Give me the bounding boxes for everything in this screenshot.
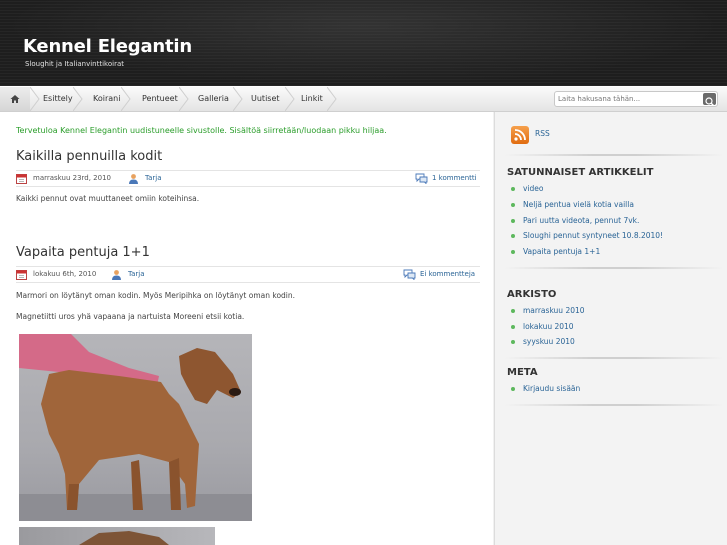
nav-separator: [233, 87, 243, 111]
random-article-link[interactable]: video: [523, 184, 544, 193]
nav-item-pentueet[interactable]: Pentueet: [142, 87, 178, 111]
list-bullet: [511, 340, 515, 344]
nav-separator: [179, 87, 189, 111]
login-link[interactable]: Kirjaudu sisään: [523, 384, 580, 393]
search-icon: [705, 97, 714, 106]
post-date: lokakuu 6th, 2010: [33, 270, 97, 278]
random-articles-title: SATUNNAISET ARTIKKELIT: [507, 167, 654, 178]
main-content: Tervetuloa Kennel Elegantin uudistuneell…: [0, 112, 493, 545]
list-bullet: [511, 203, 515, 207]
puppy-image-2: [79, 531, 169, 545]
puppy-photo-2[interactable]: [19, 527, 215, 545]
home-icon: [10, 95, 20, 103]
widget-divider: [505, 404, 723, 406]
post-date: marraskuu 23rd, 2010: [33, 174, 111, 182]
post-author[interactable]: Tarja: [128, 270, 145, 278]
nav-item-koirani[interactable]: Koirani: [93, 87, 120, 111]
author-icon: [112, 270, 121, 280]
site-title[interactable]: Kennel Elegantin: [23, 36, 192, 57]
widget-divider: [505, 267, 723, 269]
widget-divider: [505, 154, 723, 156]
archive-link[interactable]: marraskuu 2010: [523, 306, 585, 315]
list-bullet: [511, 387, 515, 391]
nav-separator: [121, 87, 131, 111]
welcome-message: Tervetuloa Kennel Elegantin uudistuneell…: [16, 126, 387, 135]
post-title[interactable]: Kaikilla pennuilla kodit: [16, 149, 162, 164]
post-paragraph: Magnetiitti uros yhä vapaana ja nartuist…: [16, 312, 245, 321]
archive-link[interactable]: syyskuu 2010: [523, 337, 575, 346]
list-bullet: [511, 219, 515, 223]
rss-icon[interactable]: [511, 126, 529, 144]
calendar-icon: [16, 270, 27, 280]
random-article-link[interactable]: Sloughi pennut syntyneet 10.8.2010!: [523, 231, 663, 240]
meta-divider: [16, 186, 480, 187]
nav-item-galleria[interactable]: Galleria: [198, 87, 229, 111]
search-button[interactable]: [703, 93, 716, 106]
puppy-image: [19, 334, 252, 521]
post-comments-link[interactable]: 1 kommentti: [432, 174, 477, 182]
post-paragraph: Kaikki pennut ovat muuttaneet omiin kote…: [16, 194, 200, 203]
rss-link[interactable]: RSS: [535, 129, 550, 138]
site-header: Kennel Elegantin Sloughit ja Italianvint…: [0, 0, 727, 86]
search-input[interactable]: [558, 93, 698, 105]
post-paragraph: Marmori on löytänyt oman kodin. Myös Mer…: [16, 291, 296, 300]
site-description: Sloughit ja Italianvinttikoirat: [25, 60, 124, 68]
comments-icon: [403, 269, 416, 280]
list-bullet: [511, 187, 515, 191]
author-icon: [129, 174, 138, 184]
nav-item-linkit[interactable]: Linkit: [301, 87, 323, 111]
meta-divider: [16, 282, 480, 283]
nav-separator: [73, 87, 83, 111]
list-bullet: [511, 234, 515, 238]
meta-divider: [16, 170, 480, 171]
archive-link[interactable]: lokakuu 2010: [523, 322, 574, 331]
search-box: [554, 91, 718, 107]
meta-title: META: [507, 367, 538, 378]
calendar-icon: [16, 174, 27, 184]
random-article-link[interactable]: Pari uutta videota, pennut 7vk.: [523, 216, 639, 225]
random-article-link[interactable]: Neljä pentua vielä kotia vailla: [523, 200, 634, 209]
sidebar: RSS SATUNNAISET ARTIKKELIT video Neljä p…: [494, 112, 727, 545]
nav-home[interactable]: [0, 87, 30, 111]
puppy-photo[interactable]: [19, 334, 252, 521]
main-navigation: Esittely Koirani Pentueet Galleria Uutis…: [0, 86, 727, 112]
post-comments-link[interactable]: Ei kommentteja: [420, 270, 475, 278]
nav-item-uutiset[interactable]: Uutiset: [251, 87, 280, 111]
list-bullet: [511, 250, 515, 254]
comments-icon: [415, 173, 428, 184]
nav-separator: [327, 87, 337, 111]
post-title[interactable]: Vapaita pentuja 1+1: [16, 245, 150, 260]
list-bullet: [511, 309, 515, 313]
list-bullet: [511, 325, 515, 329]
archive-title: ARKISTO: [507, 289, 557, 300]
random-article-link[interactable]: Vapaita pentuja 1+1: [523, 247, 600, 256]
post-author[interactable]: Tarja: [145, 174, 162, 182]
nav-separator: [285, 87, 295, 111]
meta-divider: [16, 266, 480, 267]
nav-separator: [30, 87, 40, 111]
widget-divider: [505, 357, 723, 359]
nav-item-esittely[interactable]: Esittely: [43, 87, 73, 111]
